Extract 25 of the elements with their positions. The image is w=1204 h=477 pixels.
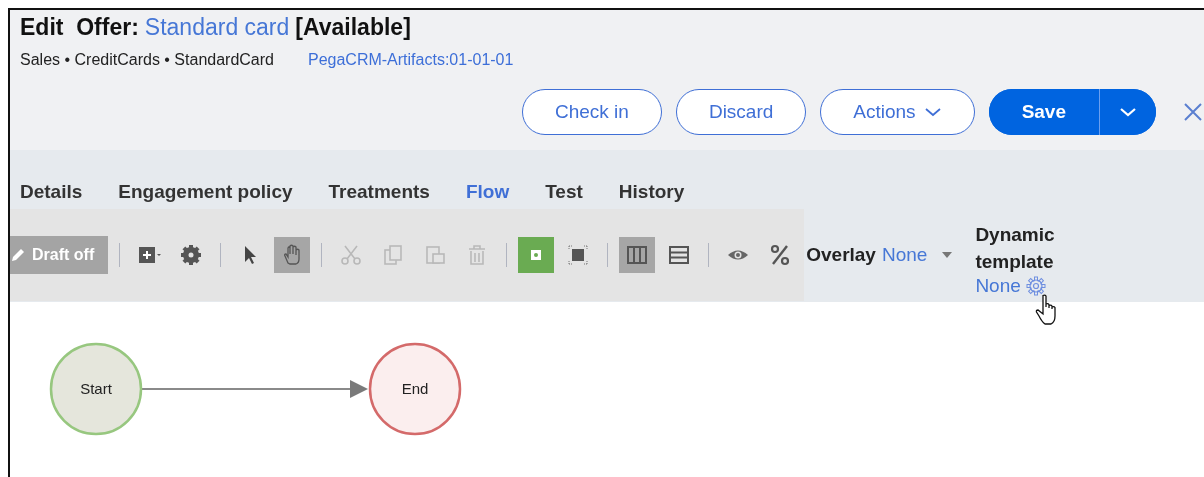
- action-button[interactable]: Discard: [675, 89, 807, 135]
- chevron-icon: [923, 107, 942, 117]
- page-title: Edit Offer:: [20, 14, 139, 41]
- caret-icon: [1119, 107, 1137, 117]
- save-menu-button[interactable]: [1099, 89, 1156, 135]
- offer-link[interactable]: Standard card: [144, 14, 290, 41]
- template-link[interactable]: None: [975, 275, 1021, 298]
- breadcrumb: Sales • CreditCards • StandardCard: [20, 51, 274, 69]
- settings-icon[interactable]: [1024, 275, 1047, 298]
- draft-toggle[interactable]: Draft off: [10, 235, 109, 274]
- template-label: Dynamic template: [975, 222, 1056, 274]
- ruleset-link[interactable]: PegaCRM-Artifacts:01-01-01: [308, 51, 514, 69]
- pencil-icon: [10, 246, 26, 263]
- action-button[interactable]: Check in: [522, 89, 662, 135]
- close-icon[interactable]: [1182, 101, 1204, 123]
- columns-tool[interactable]: [619, 236, 656, 273]
- status-label: [Available]: [295, 14, 411, 41]
- hand-tool[interactable]: [274, 236, 311, 273]
- node-tool[interactable]: [518, 236, 555, 273]
- overlay-label: Overlay: [806, 243, 876, 266]
- end-node[interactable]: End: [368, 342, 462, 436]
- caret-icon: [941, 250, 954, 259]
- actions-button[interactable]: Actions: [820, 89, 975, 135]
- start-node[interactable]: Start: [49, 342, 143, 436]
- overlay-dropdown[interactable]: None: [881, 243, 960, 266]
